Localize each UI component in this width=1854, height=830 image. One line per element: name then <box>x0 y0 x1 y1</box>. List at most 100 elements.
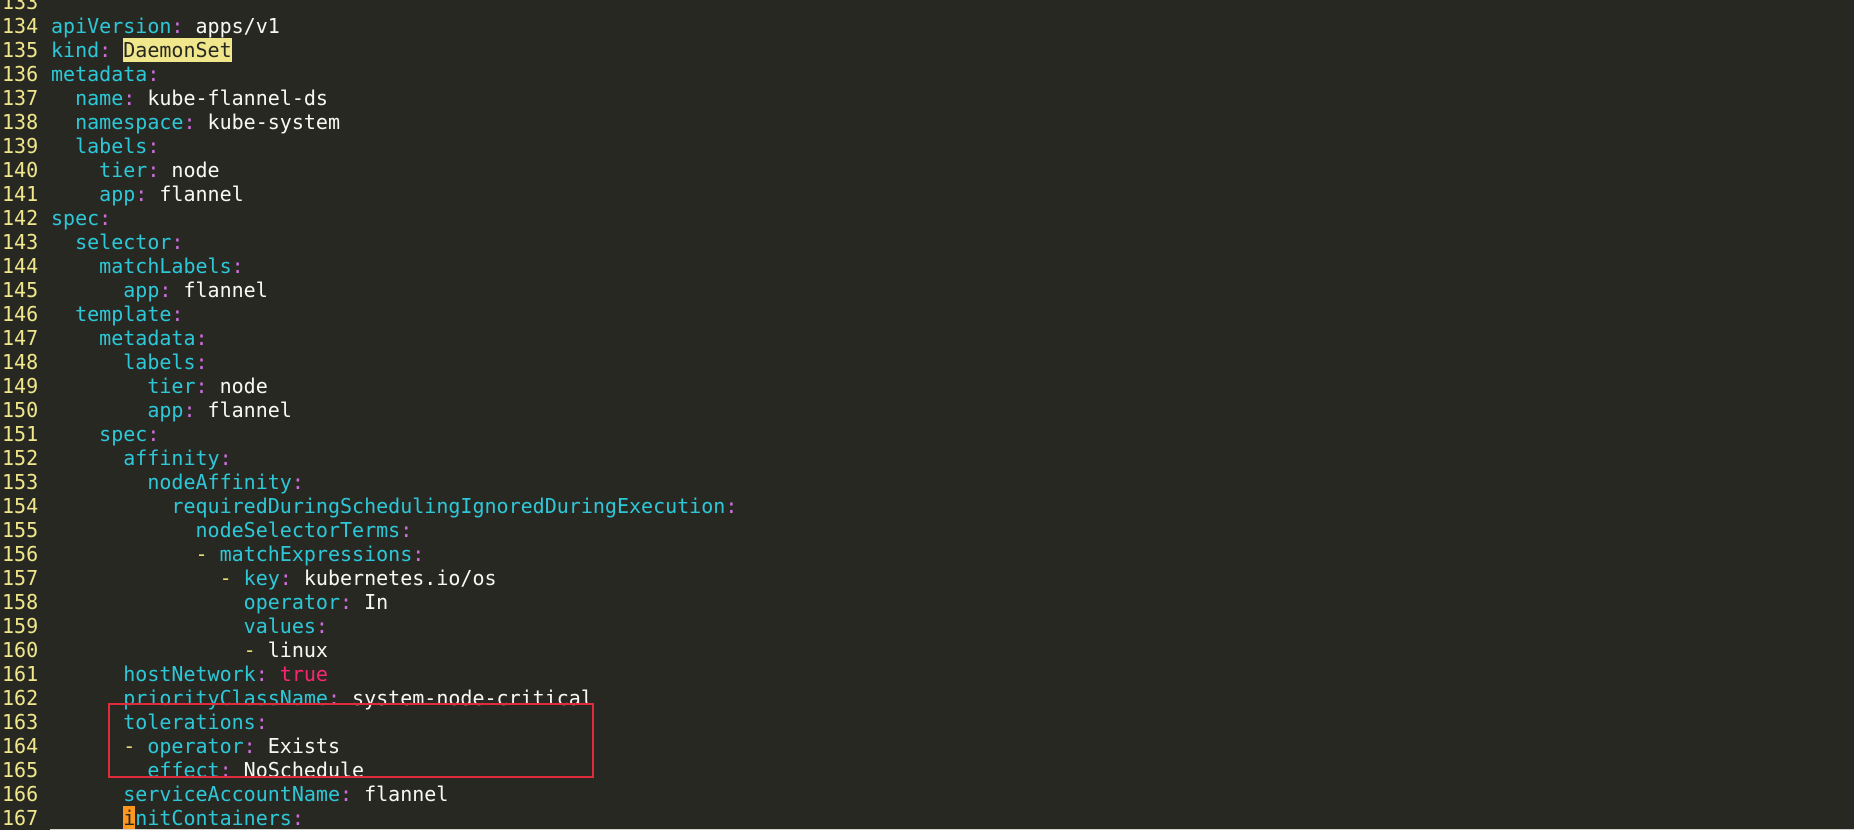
code-line[interactable]: 135 kind: DaemonSet <box>0 38 1854 62</box>
code-line[interactable]: 148 labels: <box>0 350 1854 374</box>
yaml-colon: : <box>195 326 208 350</box>
yaml-colon: : <box>339 590 353 614</box>
yaml-colon: : <box>147 158 160 182</box>
yaml-key: requiredDuringSchedulingIgnoredDuringExe… <box>171 494 726 518</box>
code-line[interactable]: 146 template: <box>0 302 1854 326</box>
yaml-colon: : <box>340 782 353 806</box>
code-line[interactable]: 145 app: flannel <box>0 278 1854 302</box>
yaml-colon: : <box>279 566 292 590</box>
code-line[interactable]: 158 operator: In <box>0 590 1854 614</box>
code-line[interactable]: 142 spec: <box>0 206 1854 230</box>
line-number: 134 <box>2 14 39 38</box>
yaml-key: nodeAffinity <box>147 470 292 494</box>
line-number: 160 <box>2 638 39 662</box>
line-number: 147 <box>2 326 39 350</box>
code-line[interactable]: 137 name: kube-flannel-ds <box>0 86 1854 110</box>
yaml-value: kube-flannel-ds <box>135 86 328 110</box>
code-line[interactable]: 150 app: flannel <box>0 398 1854 422</box>
yaml-key: priorityClassName <box>123 686 328 710</box>
code-line[interactable]: 153 nodeAffinity: <box>0 470 1854 494</box>
code-line[interactable]: 134 apiVersion: apps/v1 <box>0 14 1854 38</box>
yaml-value: apps/v1 <box>183 14 280 38</box>
yaml-key: nodeSelectorTerms <box>195 518 401 542</box>
code-line[interactable]: 136 metadata: <box>0 62 1854 86</box>
code-line[interactable]: 161 hostNetwork: true <box>0 662 1854 686</box>
yaml-colon: : <box>725 494 738 518</box>
yaml-colon: : <box>147 62 160 86</box>
line-number: 161 <box>2 662 39 686</box>
text-cursor: i <box>123 806 136 830</box>
line-number: 150 <box>2 398 39 422</box>
yaml-value <box>111 38 123 62</box>
line-number: 133 <box>2 0 39 14</box>
code-line[interactable]: 157 - key: kubernetes.io/os <box>0 566 1854 590</box>
yaml-colon: : <box>147 422 160 446</box>
yaml-key: nitContainers <box>135 806 292 830</box>
code-line[interactable]: 155 nodeSelectorTerms: <box>0 518 1854 542</box>
line-number: 159 <box>2 614 39 638</box>
yaml-value: In <box>352 590 389 614</box>
code-line[interactable]: 159 values: <box>0 614 1854 638</box>
yaml-colon: : <box>219 758 232 782</box>
yaml-colon: : <box>315 614 328 638</box>
yaml-key: spec <box>51 206 100 230</box>
yaml-colon: : <box>400 518 413 542</box>
yaml-colon: : <box>183 398 196 422</box>
yaml-key: metadata <box>51 62 148 86</box>
yaml-colon: : <box>99 38 112 62</box>
code-line[interactable]: 166 serviceAccountName: flannel <box>0 782 1854 806</box>
code-line[interactable]: 138 namespace: kube-system <box>0 110 1854 134</box>
yaml-list-dash: - <box>195 542 220 566</box>
line-number: 155 <box>2 518 39 542</box>
line-number: 162 <box>2 686 39 710</box>
code-line[interactable]: 143 selector: <box>0 230 1854 254</box>
code-line[interactable]: 156 - matchExpressions: <box>0 542 1854 566</box>
yaml-value: kube-system <box>195 110 341 134</box>
line-number: 152 <box>2 446 39 470</box>
code-line[interactable]: 154 requiredDuringSchedulingIgnoredDurin… <box>0 494 1854 518</box>
code-line[interactable]: 139 labels: <box>0 134 1854 158</box>
code-line[interactable]: 133 <box>0 0 1854 14</box>
code-line[interactable]: 163 tolerations: <box>0 710 1854 734</box>
code-line[interactable]: 141 app: flannel <box>0 182 1854 206</box>
code-line[interactable]: 149 tier: node <box>0 374 1854 398</box>
line-number: 137 <box>2 86 39 110</box>
yaml-key: app <box>123 278 160 302</box>
yaml-key: apiVersion <box>51 14 172 38</box>
yaml-editor[interactable]: 133 134 apiVersion: apps/v1 135 kind: Daemon… <box>0 0 1854 830</box>
line-number: 138 <box>2 110 39 134</box>
code-line[interactable]: 164 - operator: Exists <box>0 734 1854 758</box>
line-number: 153 <box>2 470 39 494</box>
code-line[interactable]: 147 metadata: <box>0 326 1854 350</box>
code-line[interactable]: 165 effect: NoSchedule <box>0 758 1854 782</box>
yaml-colon: : <box>195 350 208 374</box>
yaml-colon: : <box>327 686 340 710</box>
yaml-key: tier <box>99 158 148 182</box>
yaml-value <box>268 662 280 686</box>
yaml-key: key <box>243 566 280 590</box>
code-line[interactable]: 152 affinity: <box>0 446 1854 470</box>
code-line[interactable]: 167 initContainers: <box>0 806 1854 830</box>
yaml-colon: : <box>171 230 184 254</box>
code-line[interactable]: 140 tier: node <box>0 158 1854 182</box>
code-line[interactable]: 144 matchLabels: <box>0 254 1854 278</box>
code-line[interactable]: 160 - linux <box>0 638 1854 662</box>
yaml-colon: : <box>135 182 148 206</box>
line-number: 136 <box>2 62 39 86</box>
yaml-key: values <box>243 614 316 638</box>
line-number: 158 <box>2 590 39 614</box>
code-line[interactable]: 162 priorityClassName: system-node-criti… <box>0 686 1854 710</box>
code-line[interactable]: 151 spec: <box>0 422 1854 446</box>
